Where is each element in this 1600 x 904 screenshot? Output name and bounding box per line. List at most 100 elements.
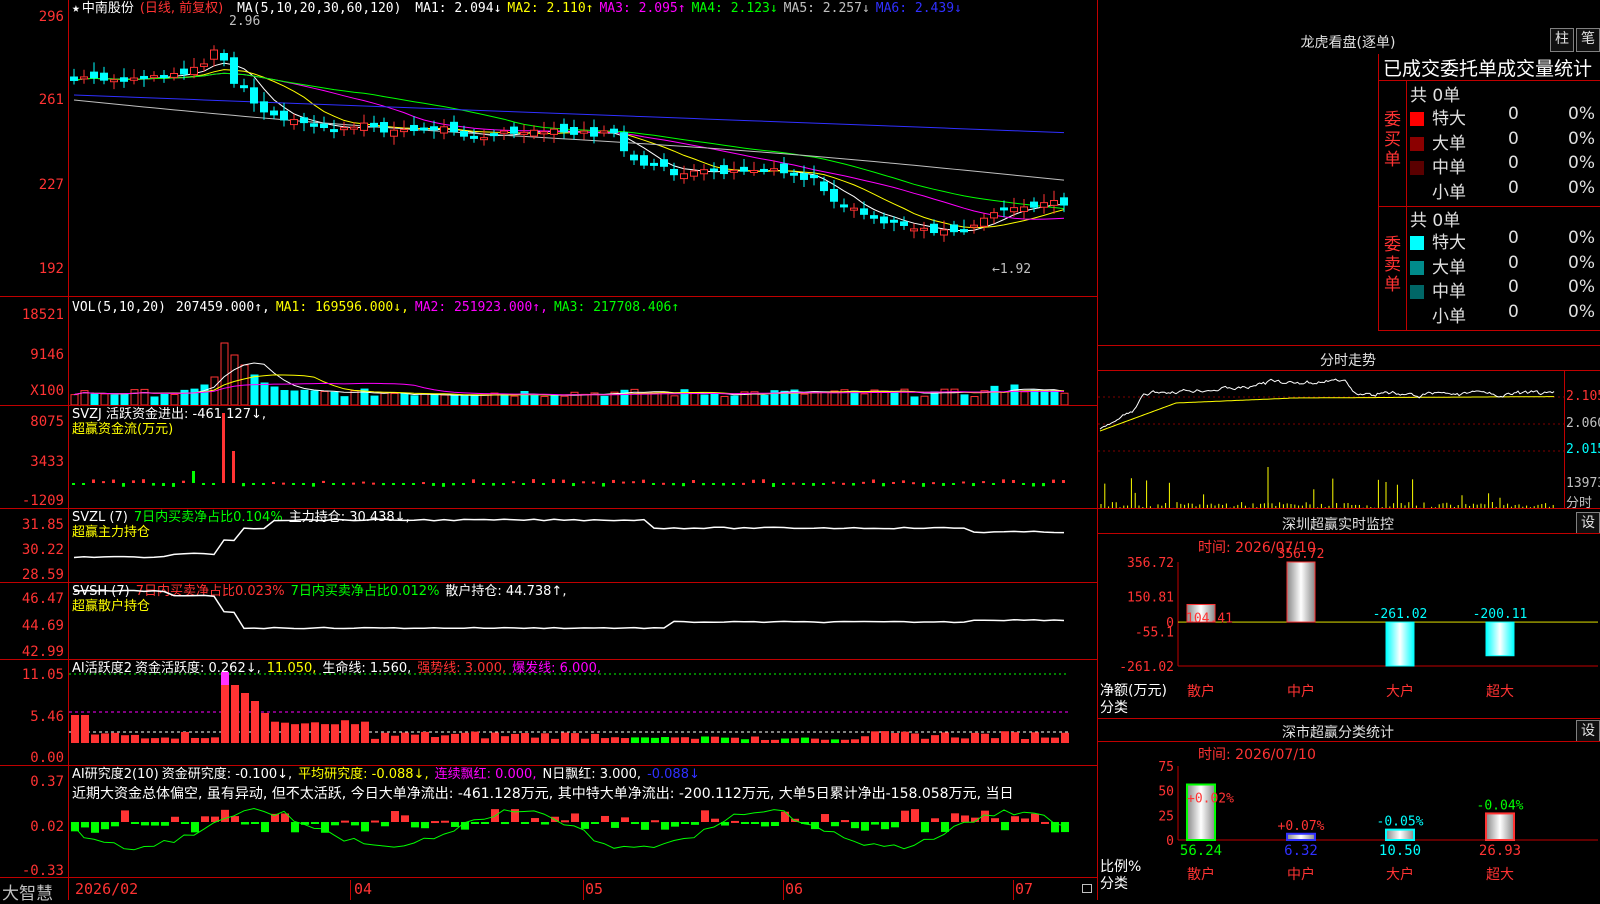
activity-bar xyxy=(181,731,189,743)
volume-bar xyxy=(600,395,609,405)
research-bar xyxy=(1061,822,1069,833)
activity-bar xyxy=(121,735,129,743)
research-bar xyxy=(881,822,889,830)
research-bar xyxy=(531,818,539,822)
vol-ma1: MA1: 169596.000↓, xyxy=(275,300,409,315)
sz-class-chart[interactable]: 75 50 25 0 +0.02% 56.24 散户 +0.07% 6.32 中户 -0.05% 10… xyxy=(1098,742,1600,900)
research-bar xyxy=(421,822,429,829)
research-bar xyxy=(341,820,349,823)
order-row: 中单 xyxy=(1410,277,1466,302)
sz-monitor-chart[interactable]: 356.72150.810-55.1-261.02104.41散户356.72中… xyxy=(1098,534,1600,718)
volume-bar xyxy=(130,389,139,405)
intraday-y-tick: 2.060 xyxy=(1566,416,1600,431)
volume-bar xyxy=(500,393,509,405)
svzl-chart[interactable] xyxy=(69,510,1097,582)
left-chart-area[interactable]: ★ 中南股份 (日线, 前复权) MA(5,10,20,30,60,120) MA1… xyxy=(0,0,1098,904)
candle-body xyxy=(700,169,708,175)
ai-active-chart[interactable] xyxy=(69,672,1097,765)
activity-bar xyxy=(161,737,169,743)
intraday-title: 分时走势 xyxy=(1320,353,1376,369)
x-tick xyxy=(583,880,584,900)
svzj-chart[interactable] xyxy=(69,410,1097,508)
volume-bar xyxy=(380,392,389,405)
candle-body xyxy=(180,68,188,75)
monitor-bar xyxy=(1286,561,1316,623)
ai-research-y-tick: 0.37 xyxy=(30,774,64,790)
money-flow-bar xyxy=(502,483,505,485)
order-count: 0 xyxy=(1508,252,1519,273)
volume-bar xyxy=(140,388,149,405)
order-count: 0 xyxy=(1508,104,1519,124)
research-bar xyxy=(741,822,749,824)
ai-n-day-red: N日飘红: 3.000, xyxy=(542,767,642,782)
activity-bar xyxy=(141,738,149,743)
activity-bar xyxy=(721,737,729,743)
candle-body xyxy=(1030,201,1038,208)
column-view-button[interactable]: 柱 xyxy=(1550,28,1574,52)
money-flow-bar xyxy=(672,483,675,486)
volume-chart[interactable] xyxy=(69,318,1097,405)
activity-bar xyxy=(451,733,459,743)
research-bar xyxy=(591,822,599,824)
order-row: 大单 xyxy=(1410,253,1466,278)
brand-label: 大智慧 xyxy=(2,884,53,904)
activity-bar xyxy=(331,724,339,743)
volume-bar xyxy=(1000,391,1009,405)
activity-bar xyxy=(521,733,529,743)
sz-class-settings-button[interactable]: 设 xyxy=(1576,720,1600,742)
activity-bar xyxy=(1011,732,1019,743)
favorite-star-icon[interactable]: ★ xyxy=(72,1,80,16)
candle-body xyxy=(230,57,238,84)
candle-body xyxy=(220,53,228,61)
chart-mode[interactable]: (日线, 前复权) xyxy=(140,1,223,16)
ma-line xyxy=(73,69,1065,229)
research-bar xyxy=(621,817,629,822)
money-flow-bar xyxy=(812,483,815,486)
order-color-swatch xyxy=(1410,236,1424,250)
volume-bar xyxy=(730,395,739,405)
volume-bar xyxy=(470,395,479,405)
money-flow-bar xyxy=(262,483,265,485)
longhu-title: 龙虎看盘(逐单) xyxy=(1300,35,1396,51)
research-bar xyxy=(91,822,99,833)
money-flow-bar xyxy=(522,483,525,485)
ai-research-avg: 平均研究度: -0.088↓, xyxy=(298,767,429,782)
money-flow-bar xyxy=(782,483,785,485)
candle-body xyxy=(270,110,278,116)
candle-body xyxy=(470,135,478,139)
vol-ma2: MA2: 251923.000↑, xyxy=(414,300,548,315)
order-row: 大单 xyxy=(1410,129,1466,154)
research-bar xyxy=(361,822,369,832)
lock-icon[interactable] xyxy=(1082,884,1092,893)
candle-body xyxy=(530,129,538,137)
research-bar xyxy=(471,822,479,824)
candle-body xyxy=(880,216,888,224)
candle-body xyxy=(250,87,258,104)
activity-bar xyxy=(811,738,819,743)
activity-bar xyxy=(841,739,849,743)
intraday-chart[interactable] xyxy=(1098,371,1564,508)
order-color-swatch xyxy=(1410,112,1424,126)
research-bar xyxy=(601,815,609,822)
candlestick-chart[interactable] xyxy=(69,20,1097,296)
research-bar xyxy=(661,822,669,830)
candle-body xyxy=(680,173,688,180)
money-flow-bar xyxy=(282,482,285,485)
research-bar xyxy=(771,822,779,827)
ai-research-chart[interactable] xyxy=(69,800,1097,877)
activity-bar xyxy=(731,737,739,743)
svsh-chart[interactable] xyxy=(69,584,1097,659)
panel-separator xyxy=(0,659,1098,660)
activity-bar xyxy=(511,733,519,743)
candle-body xyxy=(850,207,858,211)
sz-monitor-settings-button[interactable]: 设 xyxy=(1576,512,1600,534)
tick-view-button[interactable]: 笔 xyxy=(1576,28,1600,52)
candle-body xyxy=(710,168,718,172)
money-flow-bar xyxy=(552,479,555,483)
activity-bar xyxy=(641,737,649,743)
money-flow-bar xyxy=(202,483,205,485)
candle-body xyxy=(840,204,848,208)
order-count: 0 xyxy=(1508,301,1519,322)
order-row: 小单 xyxy=(1410,302,1466,327)
activity-bar xyxy=(581,738,589,743)
